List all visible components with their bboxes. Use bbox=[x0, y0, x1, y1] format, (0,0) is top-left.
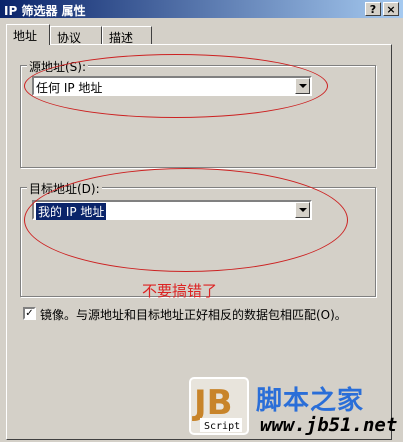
tab-protocol[interactable]: 协议 bbox=[50, 26, 102, 45]
close-button[interactable]: × bbox=[383, 2, 399, 16]
watermark: JB Script 脚本之家 www.jb51.net bbox=[188, 376, 403, 442]
title-bar: IP 筛选器 属性 ? × bbox=[0, 0, 403, 18]
source-address-select[interactable]: 任何 IP 地址 bbox=[32, 76, 312, 96]
window-title: IP 筛选器 属性 bbox=[4, 4, 86, 18]
chevron-down-icon[interactable] bbox=[295, 78, 310, 94]
jb-logo-script: Script bbox=[204, 421, 240, 432]
source-address-label: 源地址(S): bbox=[27, 58, 89, 75]
tab-address[interactable]: 地址 bbox=[6, 24, 50, 45]
site-name: 脚本之家 bbox=[256, 386, 365, 416]
source-address-value: 任何 IP 地址 bbox=[36, 81, 103, 95]
chevron-down-icon[interactable] bbox=[295, 202, 310, 218]
destination-address-label: 目标地址(D): bbox=[27, 180, 102, 197]
jb-logo-letters: JB bbox=[192, 383, 233, 423]
destination-address-value: 我的 IP 地址 bbox=[36, 203, 107, 220]
mirror-label: 镜像。与源地址和目标地址正好相反的数据包相匹配(O)。 bbox=[40, 308, 347, 322]
help-button[interactable]: ? bbox=[365, 2, 381, 16]
destination-address-select[interactable]: 我的 IP 地址 bbox=[32, 200, 312, 220]
check-icon: ✓ bbox=[25, 308, 34, 319]
annotation-text: 不要搞错了 bbox=[142, 282, 218, 300]
jb-logo-icon: JB Script bbox=[189, 377, 249, 435]
tab-description[interactable]: 描述 bbox=[102, 26, 152, 45]
mirror-checkbox[interactable]: ✓ bbox=[23, 307, 36, 320]
site-url: www.jb51.net bbox=[260, 414, 398, 436]
